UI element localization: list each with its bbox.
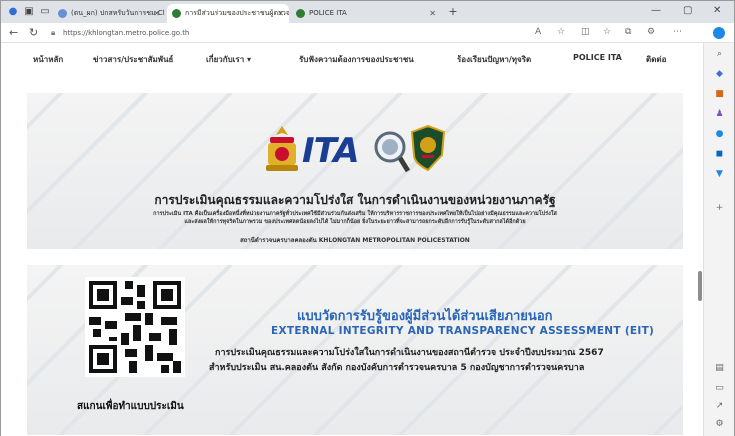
eit-description-line2: สำหรับประเมิน สน.คลองตัน สังกัด กองบังคั… bbox=[209, 363, 585, 373]
tab-3[interactable]: POLICE ITA ✕ bbox=[291, 4, 441, 23]
tab-title: (ตน_ผก) ปกสหรับวันการชม Cl: bbox=[71, 9, 165, 17]
tab-strip: ● ▣ ▭ (ตน_ผก) ปกสหรับวันการชม Cl: ✕ การม… bbox=[1, 1, 734, 23]
tab-close-icon[interactable]: ✕ bbox=[429, 4, 436, 23]
add-icon[interactable]: + bbox=[714, 203, 725, 214]
sidebar-toggle-icon[interactable]: ▭ bbox=[714, 383, 725, 394]
menu-public-feedback[interactable]: รับฟังความต้องการของประชาชน bbox=[299, 53, 414, 66]
external-link-icon[interactable]: ↗ bbox=[714, 401, 725, 412]
tab-title: POLICE ITA bbox=[309, 9, 347, 17]
extensions-icon[interactable]: ⚙ bbox=[647, 27, 655, 37]
read-aloud-icon[interactable]: A bbox=[535, 27, 541, 37]
back-icon[interactable]: ← bbox=[9, 26, 18, 39]
tab-close-icon[interactable]: ✕ bbox=[153, 4, 160, 23]
government-seal-icon bbox=[266, 126, 298, 171]
tab-2[interactable]: การมีส่วนร่วมของประชาชนผู้ตรวจสอบผล ✕ bbox=[167, 4, 289, 23]
url-field[interactable]: 🔒︎ https://khlongtan.metro.police.go.th bbox=[49, 26, 519, 40]
menu-about[interactable]: เกี่ยวกับเรา ▾ bbox=[206, 53, 251, 66]
favorite-star-icon[interactable]: ☆ bbox=[557, 27, 565, 37]
police-badge-icon bbox=[410, 125, 446, 171]
lock-icon: 🔒︎ bbox=[51, 28, 56, 37]
maximize-icon[interactable]: ▢ bbox=[683, 5, 692, 16]
menu-contact[interactable]: ติดต่อ bbox=[646, 53, 666, 66]
menu-home[interactable]: หน้าหลัก bbox=[33, 53, 63, 66]
split-screen-icon[interactable]: ◫ bbox=[581, 27, 590, 37]
menu-police-ita[interactable]: POLICE ITA bbox=[573, 53, 622, 62]
shopping-bag-icon[interactable]: ▼ bbox=[714, 169, 725, 180]
page-content: หน้าหลัก ข่าวสาร/ประชาสัมพันธ์ เกี่ยวกับ… bbox=[1, 43, 703, 436]
qr-caption: สแกนเพื่อทำแบบประเมิน bbox=[77, 401, 184, 412]
ita-logo-group: ITA bbox=[262, 121, 452, 179]
shopping-icon[interactable]: ■ bbox=[714, 89, 725, 100]
browser-window: ● ▣ ▭ (ตน_ผก) ปกสหรับวันการชม Cl: ✕ การม… bbox=[0, 0, 735, 436]
page-scrollbar-thumb[interactable] bbox=[698, 271, 702, 301]
minimize-icon[interactable]: — bbox=[651, 5, 661, 16]
tab-title: การมีส่วนร่วมของประชาชนผู้ตรวจสอบผล bbox=[185, 9, 289, 17]
station-name: สถานีตำรวจนครบาลคลองตัน KHLONGTAN METROP… bbox=[240, 237, 470, 244]
ita-description-line2: และส่งผลให้การทุจริตในภาพรวม ของประเทศลด… bbox=[184, 219, 526, 225]
browser-sidebar: ⌕ ◆ ■ ♟ ● ◼ ▼ + ▤ ▭ ↗ ⚙ bbox=[703, 43, 734, 436]
refresh-icon[interactable]: ↻ bbox=[29, 26, 38, 39]
collections-icon[interactable]: ⧉ bbox=[625, 27, 631, 37]
menu-news[interactable]: ข่าวสาร/ประชาสัมพันธ์ bbox=[93, 53, 173, 66]
copilot-icon[interactable] bbox=[713, 27, 725, 39]
new-tab-button[interactable]: + bbox=[447, 6, 459, 18]
main-menu: หน้าหลัก ข่าวสาร/ประชาสัมพันธ์ เกี่ยวกับ… bbox=[1, 43, 703, 75]
outlook-icon[interactable]: ● bbox=[714, 129, 725, 140]
tab-favicon-icon bbox=[58, 9, 67, 18]
eit-banner[interactable]: สแกนเพื่อทำแบบประเมิน แบบวัดการรับรู้ของ… bbox=[27, 265, 683, 435]
address-bar-row: ← ↻ 🔒︎ https://khlongtan.metro.police.go… bbox=[1, 23, 734, 43]
eit-description-line1: การประเมินคุณธรรมและความโปร่งใสในการดำเน… bbox=[215, 348, 604, 358]
settings-icon[interactable]: ⚙ bbox=[714, 419, 725, 430]
ita-logo-text: ITA bbox=[302, 131, 360, 171]
tab-favicon-icon bbox=[296, 9, 305, 18]
tab-close-icon[interactable]: ✕ bbox=[277, 4, 284, 23]
tab-1[interactable]: (ตน_ผก) ปกสหรับวันการชม Cl: ✕ bbox=[53, 4, 165, 23]
split-screen-icon[interactable]: ▤ bbox=[714, 363, 725, 374]
ita-banner[interactable]: ITA การประเมินคุณธรรมและความโปร่งใส ในกา… bbox=[27, 93, 683, 249]
close-window-icon[interactable]: ✕ bbox=[713, 5, 721, 16]
office-icon[interactable]: ◼ bbox=[714, 149, 725, 160]
ita-title: การประเมินคุณธรรมและความโปร่งใส ในการดำเ… bbox=[154, 193, 556, 207]
search-icon[interactable]: ⌕ bbox=[714, 49, 725, 60]
tab-actions-icon[interactable]: ▭ bbox=[39, 6, 51, 18]
more-menu-icon[interactable]: ⋯ bbox=[673, 27, 682, 37]
workspaces-icon[interactable]: ▣ bbox=[23, 6, 35, 18]
tab-favicon-icon bbox=[172, 9, 181, 18]
people-icon[interactable]: ♟ bbox=[714, 109, 725, 120]
profile-icon[interactable]: ● bbox=[7, 6, 19, 18]
url-text: https://khlongtan.metro.police.go.th bbox=[63, 29, 190, 37]
eit-title-thai: แบบวัดการรับรู้ของผู้มีส่วนได้ส่วนเสียภา… bbox=[297, 309, 553, 324]
magnifier-icon bbox=[374, 131, 410, 173]
eit-title-english: EXTERNAL INTEGRITY AND TRANSPARENCY ASSE… bbox=[271, 325, 655, 337]
favorites-icon[interactable]: ☆ bbox=[603, 27, 611, 37]
qr-code-icon[interactable] bbox=[85, 277, 185, 377]
menu-complaints[interactable]: ร้องเรียนปัญหา/ทุจริต bbox=[457, 53, 531, 66]
collections-icon[interactable]: ◆ bbox=[714, 69, 725, 80]
ita-description-line1: การประเมิน ITA คือเป็นเครื่องมือหนึ่งที่… bbox=[153, 211, 557, 217]
